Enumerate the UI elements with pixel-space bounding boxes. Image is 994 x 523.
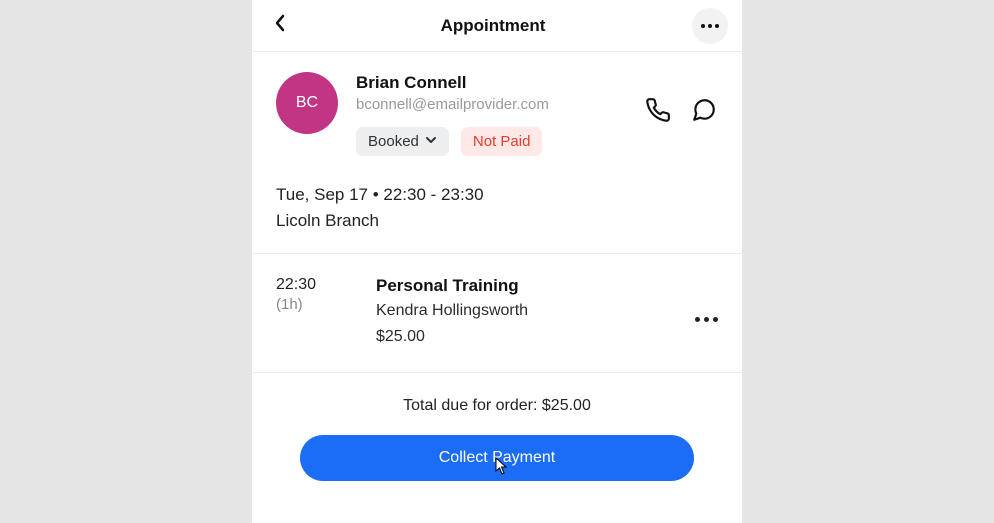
- appointment-screen: Appointment BC Brian Connell bconnell@em…: [252, 0, 742, 523]
- customer-email: bconnell@emailprovider.com: [356, 96, 644, 113]
- message-button[interactable]: [690, 98, 718, 126]
- collect-payment-label: Collect Payment: [439, 449, 556, 467]
- footer-section: Total due for order: $25.00 Collect Paym…: [252, 373, 742, 481]
- chat-icon: [691, 97, 717, 128]
- appointment-datetime-location: Tue, Sep 17 • 22:30 - 23:30 Licoln Branc…: [276, 182, 718, 253]
- back-button[interactable]: [266, 12, 294, 40]
- more-icon: [695, 317, 718, 322]
- app-header: Appointment: [252, 0, 742, 52]
- service-price: $25.00: [376, 328, 695, 346]
- phone-icon: [645, 97, 671, 128]
- service-duration: (1h): [276, 296, 376, 313]
- chevron-down-icon: [425, 133, 437, 150]
- booking-status-label: Booked: [368, 133, 419, 150]
- collect-payment-button[interactable]: Collect Payment: [300, 435, 694, 481]
- booking-status-dropdown[interactable]: Booked: [356, 127, 449, 156]
- appointment-datetime: Tue, Sep 17 • 22:30 - 23:30: [276, 182, 718, 208]
- page-title: Appointment: [294, 16, 692, 36]
- payment-status-label: Not Paid: [473, 133, 531, 150]
- service-more-button[interactable]: [695, 294, 718, 346]
- customer-name: Brian Connell: [356, 72, 644, 94]
- payment-status-badge: Not Paid: [461, 127, 543, 156]
- total-due-label: Total due for order: $25.00: [276, 397, 718, 415]
- more-options-button[interactable]: [692, 8, 728, 44]
- appointment-location: Licoln Branch: [276, 208, 718, 234]
- chevron-left-icon: [274, 14, 286, 37]
- more-icon: [701, 24, 719, 28]
- service-item: 22:30 (1h) Personal Training Kendra Holl…: [252, 254, 742, 373]
- service-staff: Kendra Hollingsworth: [376, 302, 695, 320]
- call-button[interactable]: [644, 98, 672, 126]
- customer-section: BC Brian Connell bconnell@emailprovider.…: [252, 52, 742, 253]
- service-name: Personal Training: [376, 276, 695, 296]
- service-start-time: 22:30: [276, 276, 376, 294]
- customer-avatar: BC: [276, 72, 338, 134]
